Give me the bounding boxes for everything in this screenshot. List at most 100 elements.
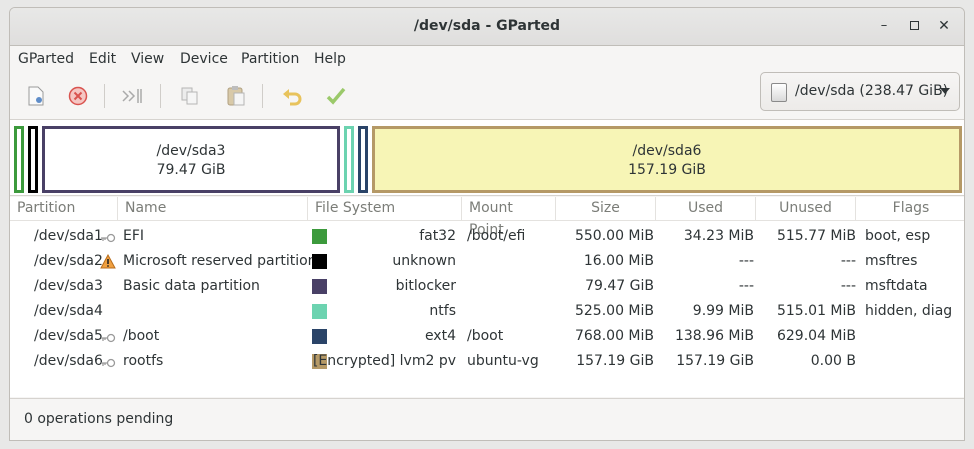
disk-map: /dev/sda3 79.47 GiB /dev/sda6 157.19 GiB	[10, 120, 964, 196]
copy-icon	[181, 87, 198, 105]
name-cell: rootfs	[123, 353, 164, 369]
column-size[interactable]: Size	[556, 197, 656, 221]
paste-icon	[227, 86, 245, 106]
flags-cell: msftdata	[865, 278, 928, 294]
name-cell: Microsoft reserved partition	[123, 253, 317, 269]
diskmap-sda2[interactable]	[28, 126, 38, 193]
maximize-icon[interactable]	[906, 18, 922, 34]
status-text: 0 operations pending	[24, 411, 174, 427]
partition-cell: /dev/sda4	[34, 303, 103, 319]
mount-point-cell: ubuntu-vg	[467, 353, 539, 369]
column-mount-point[interactable]: Mount Point	[462, 197, 556, 238]
flags-cell: hidden, diag	[865, 303, 953, 319]
menu-gparted[interactable]: GParted	[18, 51, 74, 67]
column-flags[interactable]: Flags	[856, 197, 964, 221]
undo-icon	[283, 89, 302, 106]
key-icon	[101, 233, 116, 243]
size-cell: 525.00 MiB	[574, 303, 654, 319]
copy-button[interactable]	[176, 82, 204, 110]
menu-help[interactable]: Help	[314, 51, 346, 67]
delete-icon	[68, 86, 88, 106]
flags-cell: boot, esp	[865, 228, 931, 244]
toolbar: /dev/sda (238.47 GiB)	[10, 72, 964, 120]
minimize-icon[interactable]: –	[876, 18, 892, 34]
column-unused[interactable]: Unused	[756, 197, 856, 221]
device-selector-label: /dev/sda (238.47 GiB)	[795, 83, 949, 99]
menu-edit[interactable]: Edit	[89, 51, 116, 67]
size-cell: 157.19 GiB	[576, 353, 654, 369]
menu-partition[interactable]: Partition	[241, 51, 299, 67]
unused-cell: ---	[840, 253, 856, 269]
column-used[interactable]: Used	[656, 197, 756, 221]
key-icon	[101, 358, 116, 368]
warning-icon	[100, 254, 116, 269]
partition-cell: /dev/sda1	[34, 228, 103, 244]
filesystem-cell: ntfs	[429, 303, 456, 319]
unused-cell: 515.01 MiB	[776, 303, 856, 319]
menu-device[interactable]: Device	[180, 51, 228, 67]
disk-icon	[771, 83, 787, 102]
diskmap-sda6-name: /dev/sda6	[632, 143, 702, 159]
name-cell: EFI	[123, 228, 145, 244]
partition-cell: /dev/sda3	[34, 278, 103, 294]
toolbar-separator	[104, 84, 105, 108]
undo-button[interactable]	[278, 82, 306, 110]
resize-move-button[interactable]	[118, 82, 146, 110]
apply-button[interactable]	[322, 82, 350, 110]
toolbar-separator	[160, 84, 161, 108]
delete-partition-button[interactable]	[64, 82, 92, 110]
device-selector[interactable]: /dev/sda (238.47 GiB)	[760, 72, 960, 111]
toolbar-separator	[262, 84, 263, 108]
unused-cell: 629.04 MiB	[776, 328, 856, 344]
paste-button[interactable]	[222, 82, 250, 110]
column-name[interactable]: Name	[118, 197, 308, 221]
window-title: /dev/sda - GParted	[413, 18, 561, 34]
flags-cell: msftres	[865, 253, 918, 269]
gparted-window: /dev/sda - GParted – ✕ GParted Edit View…	[9, 7, 965, 441]
filesystem-color-swatch	[312, 279, 327, 294]
filesystem-cell: ext4	[424, 328, 456, 344]
size-cell: 79.47 GiB	[585, 278, 654, 294]
size-cell: 16.00 MiB	[583, 253, 654, 269]
checkmark-icon	[326, 87, 346, 105]
used-cell: 34.23 MiB	[683, 228, 754, 244]
partition-cell: /dev/sda5	[34, 328, 103, 344]
mount-point-cell: /boot/efi	[467, 228, 526, 244]
used-cell: 9.99 MiB	[692, 303, 754, 319]
name-cell: Basic data partition	[123, 278, 260, 294]
diskmap-sda1[interactable]	[14, 126, 24, 193]
table-row[interactable]: /dev/sda1 EFI fat32/boot/efi 550.00 MiB 34.2…	[10, 225, 964, 250]
unused-cell: 0.00 B	[810, 353, 856, 369]
filesystem-cell: unknown	[392, 253, 456, 269]
filesystem-color-swatch	[312, 329, 327, 344]
filesystem-cell: bitlocker	[395, 278, 456, 294]
partition-cell: /dev/sda2	[34, 253, 103, 269]
diskmap-sda6[interactable]: /dev/sda6 157.19 GiB	[372, 126, 962, 193]
table-row[interactable]: /dev/sda3 Basic data partition bitlocker 79…	[10, 275, 964, 300]
close-icon[interactable]: ✕	[936, 18, 952, 34]
resize-move-icon	[122, 89, 142, 103]
diskmap-sda5[interactable]	[358, 126, 368, 193]
new-partition-button[interactable]	[22, 82, 50, 110]
diskmap-sda4[interactable]	[344, 126, 354, 193]
table-row[interactable]: /dev/sda4 ntfs 525.00 MiB 9.99 MiB 515.01 Mi…	[10, 300, 964, 325]
mount-point-cell: /boot	[467, 328, 504, 344]
unused-cell: 515.77 MiB	[776, 228, 856, 244]
column-partition[interactable]: Partition	[10, 197, 118, 221]
used-cell: ---	[738, 278, 754, 294]
table-row[interactable]: /dev/sda6 rootfs [Encrypted] lvm2 pv ubuntu…	[10, 350, 964, 375]
column-file-system[interactable]: File System	[308, 197, 462, 221]
size-cell: 550.00 MiB	[574, 228, 654, 244]
partition-list: Partition Name File System Mount Point S…	[10, 197, 964, 397]
table-row[interactable]: /dev/sda5/boot ext4/boot 768.00 MiB 138.96 …	[10, 325, 964, 350]
used-cell: ---	[738, 253, 754, 269]
table-row[interactable]: /dev/sda2 Microsoft reserved partition unk…	[10, 250, 964, 275]
diskmap-sda3[interactable]: /dev/sda3 79.47 GiB	[42, 126, 340, 193]
column-header-bar: Partition Name File System Mount Point S…	[10, 197, 964, 238]
filesystem-color-swatch	[312, 229, 327, 244]
menu-view[interactable]: View	[131, 51, 164, 67]
diskmap-sda6-size: 157.19 GiB	[628, 162, 706, 178]
menu-bar: GParted Edit View Device Partition Help	[10, 46, 964, 72]
size-cell: 768.00 MiB	[574, 328, 654, 344]
key-icon	[101, 333, 116, 343]
